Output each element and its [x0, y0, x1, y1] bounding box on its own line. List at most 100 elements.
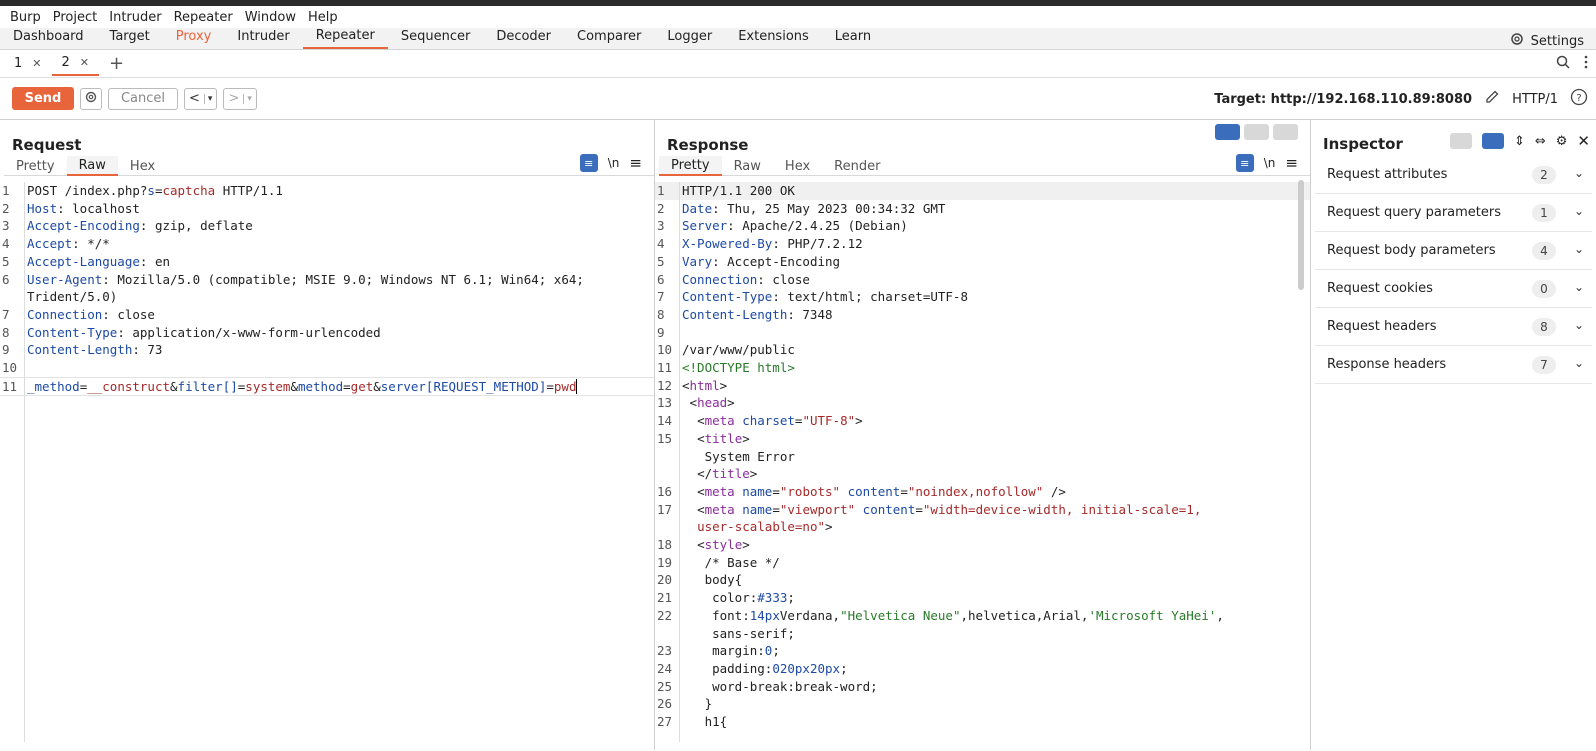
- tab-dashboard[interactable]: Dashboard: [0, 27, 97, 49]
- token: : localhost: [57, 200, 140, 216]
- protocol-label[interactable]: HTTP/1: [1512, 92, 1558, 107]
- request-tab-hex[interactable]: Hex: [118, 156, 167, 176]
- send-button[interactable]: Send: [12, 87, 74, 110]
- request-editor[interactable]: 1 POST /index.php?s=captcha HTTP/1.1 2 Host…: [0, 182, 654, 742]
- chevron-down-icon[interactable]: ⌄: [1574, 242, 1584, 256]
- layout-stacked-button[interactable]: [1244, 124, 1269, 140]
- token: X-Powered-By: [682, 236, 773, 252]
- code-line: 24 padding:020px20px;: [655, 660, 1310, 678]
- inspector-section-count: 2: [1532, 166, 1556, 184]
- back-button[interactable]: < ▾: [184, 87, 218, 110]
- menu-icon[interactable]: ≡: [1285, 154, 1298, 172]
- token: >: [825, 519, 833, 535]
- tab-repeater[interactable]: Repeater: [302, 27, 388, 49]
- tab-target[interactable]: Target: [97, 27, 163, 49]
- word-wrap-icon[interactable]: ≡: [579, 154, 598, 172]
- help-icon[interactable]: ?: [1570, 88, 1588, 110]
- token: ;: [772, 643, 780, 659]
- tab-sequencer[interactable]: Sequencer: [388, 27, 483, 49]
- token: : Thu, 25 May 2023 00:34:32 GMT: [712, 200, 946, 216]
- code-line: 12 <html>: [655, 377, 1310, 395]
- code-line: 1 POST /index.php?s=captcha HTTP/1.1: [0, 182, 654, 200]
- show-newlines-toggle[interactable]: \n: [1264, 156, 1276, 170]
- chevron-right-icon: >: [228, 91, 240, 106]
- code-line: 13 <head>: [655, 394, 1310, 412]
- dropdown-icon[interactable]: ▾: [243, 93, 252, 104]
- inspector-section[interactable]: Request attributes 2 ⌄: [1315, 156, 1592, 194]
- chevron-down-icon[interactable]: ⌄: [1574, 280, 1584, 294]
- add-tab-icon[interactable]: +: [99, 53, 134, 74]
- response-tab-raw[interactable]: Raw: [722, 156, 773, 176]
- token: Server: [682, 218, 728, 234]
- menu-bar: Burp Project Intruder Repeater Window He…: [0, 6, 1596, 28]
- collapse-all-icon[interactable]: ⇔: [1535, 134, 1546, 149]
- line-code: Connection: close: [24, 306, 155, 324]
- inspector-section[interactable]: Request headers 8 ⌄: [1315, 308, 1592, 346]
- tab-intruder[interactable]: Intruder: [224, 27, 302, 49]
- token: >: [742, 537, 750, 553]
- menu-repeater[interactable]: Repeater: [168, 10, 239, 25]
- subtab-1[interactable]: 1 ✕: [4, 52, 52, 76]
- inspector-section[interactable]: Request body parameters 4 ⌄: [1315, 232, 1592, 270]
- menu-help[interactable]: Help: [302, 10, 344, 25]
- menu-intruder[interactable]: Intruder: [103, 10, 167, 25]
- tab-comparer[interactable]: Comparer: [564, 27, 654, 49]
- token: HTTP/1.1 200 OK: [682, 183, 795, 198]
- cancel-button[interactable]: Cancel: [108, 87, 178, 110]
- chevron-down-icon[interactable]: ⌄: [1574, 318, 1584, 332]
- tab-proxy[interactable]: Proxy: [163, 27, 225, 49]
- line-number: 6: [657, 271, 665, 287]
- chevron-down-icon[interactable]: ⌄: [1574, 166, 1584, 180]
- chevron-down-icon[interactable]: ⌄: [1574, 204, 1584, 218]
- subtab-2[interactable]: 2 ✕: [51, 52, 99, 76]
- close-icon[interactable]: ✕: [32, 57, 41, 70]
- inspector-section-count: 1: [1532, 204, 1556, 222]
- close-icon[interactable]: ✕: [80, 56, 89, 69]
- token: Connection: [682, 271, 758, 287]
- chevron-down-icon[interactable]: ⌄: [1574, 356, 1584, 370]
- line-code: X-Powered-By: PHP/7.2.12: [679, 235, 863, 253]
- send-options-button[interactable]: [80, 87, 102, 110]
- dropdown-icon[interactable]: ▾: [203, 93, 212, 104]
- inspector-layout-panel-icon[interactable]: [1481, 133, 1504, 149]
- response-scrollbar[interactable]: [1298, 180, 1304, 290]
- token: =: [546, 378, 554, 394]
- request-tab-raw[interactable]: Raw: [66, 156, 118, 176]
- token: HTTP/1.1: [215, 183, 283, 198]
- layout-side-by-side-button[interactable]: [1215, 124, 1240, 140]
- more-vertical-icon[interactable]: [1584, 55, 1588, 73]
- token: __construct: [87, 378, 171, 394]
- edit-pencil-icon[interactable]: [1484, 89, 1500, 109]
- settings-button[interactable]: Settings: [1509, 31, 1584, 51]
- inspector-section[interactable]: Request query parameters 1 ⌄: [1315, 194, 1592, 232]
- menu-icon[interactable]: ≡: [629, 154, 642, 172]
- response-tab-hex[interactable]: Hex: [773, 156, 822, 176]
- close-icon[interactable]: ✕: [1577, 132, 1590, 150]
- gear-icon[interactable]: ⚙: [1556, 134, 1568, 149]
- forward-button[interactable]: > ▾: [223, 87, 257, 110]
- menu-window[interactable]: Window: [239, 10, 302, 25]
- response-editor[interactable]: 1 HTTP/1.1 200 OK 2 Date: Thu, 25 May 2023 …: [655, 182, 1310, 742]
- show-newlines-toggle[interactable]: \n: [608, 156, 620, 170]
- response-tab-pretty[interactable]: Pretty: [659, 156, 722, 176]
- inspector-layout-list-icon[interactable]: [1449, 133, 1472, 149]
- response-tab-render[interactable]: Render: [822, 156, 892, 176]
- tab-decoder[interactable]: Decoder: [483, 27, 564, 49]
- menu-burp[interactable]: Burp: [4, 10, 47, 25]
- menu-project[interactable]: Project: [47, 10, 103, 25]
- tab-logger[interactable]: Logger: [654, 27, 725, 49]
- search-icon[interactable]: [1556, 55, 1570, 73]
- inspector-section[interactable]: Request cookies 0 ⌄: [1315, 270, 1592, 308]
- layout-tabs-button[interactable]: [1273, 124, 1298, 140]
- token: : gzip, deflate: [139, 218, 253, 234]
- tab-extensions[interactable]: Extensions: [725, 27, 822, 49]
- word-wrap-icon[interactable]: ≡: [1235, 154, 1254, 172]
- line-number: 4: [2, 236, 10, 252]
- line-code: <head>: [679, 394, 735, 412]
- token: pwd: [553, 378, 577, 394]
- expand-all-icon[interactable]: ⇕: [1514, 134, 1525, 149]
- token: Verdana,: [779, 607, 841, 623]
- request-tab-pretty[interactable]: Pretty: [4, 156, 67, 176]
- tab-learn[interactable]: Learn: [822, 27, 884, 49]
- inspector-section[interactable]: Response headers 7 ⌄: [1315, 346, 1592, 384]
